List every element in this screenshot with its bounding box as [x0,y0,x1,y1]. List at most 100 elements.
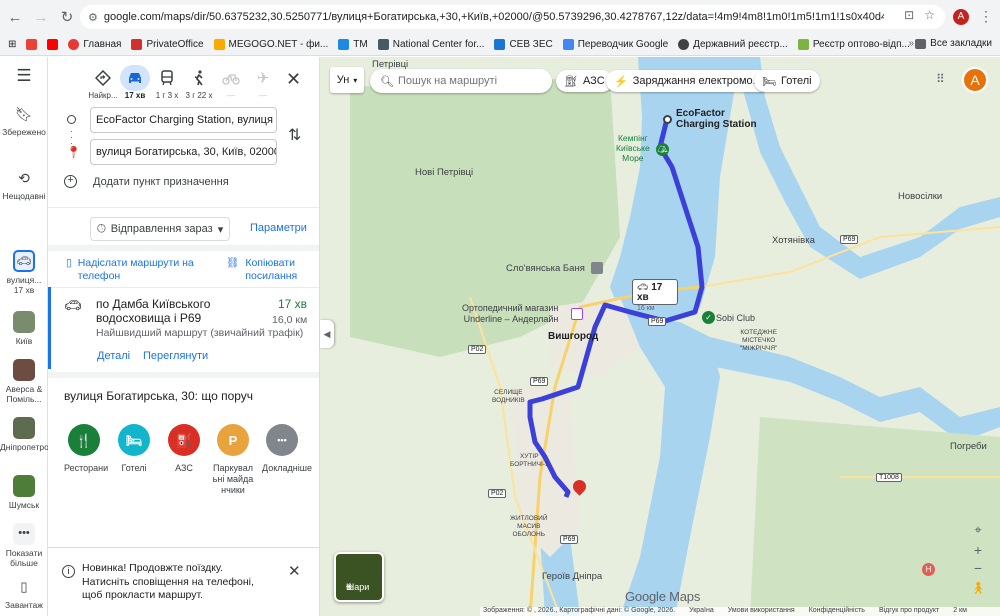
bookmark-item[interactable]: National Center for... [377,39,484,50]
bookmark-item[interactable]: MEGOGO.NET - фи... [213,39,328,50]
route-search-input[interactable]: 🔍︎ Пошук на маршруті [370,69,552,93]
url-text[interactable]: google.com/maps/dir/50.6375232,30.525077… [104,11,884,23]
more-bookmarks-icon[interactable]: » [908,38,914,49]
place-label[interactable]: Sobi Club [716,313,755,323]
layers-button[interactable]: ◈ Шари [334,552,384,602]
bookmark-favicon [494,39,506,50]
road-shield: Р69 [648,317,667,326]
clock-icon: 🕓︎ [97,222,106,235]
options-button[interactable]: Параметри [250,222,307,234]
browser-menu-icon[interactable]: ⋮ [979,8,993,25]
recent-item-route[interactable]: 🚗︎ вулиця... 17 хв [0,250,48,295]
bookmark-item[interactable]: СЕВ ЗЕС [494,39,553,50]
divider [48,372,319,378]
sobi-club-icon[interactable]: ✓ [702,311,715,324]
close-icon[interactable]: ✕ [288,562,301,580]
category-restaurants[interactable]: 🍴 Ресторани [64,424,108,474]
spa-marker-icon[interactable] [591,262,603,274]
forward-icon[interactable]: → [30,6,52,28]
add-destination-button[interactable]: + Додати пункт призначення [64,175,229,188]
reload-icon[interactable]: ↻ [56,6,78,28]
bookmark-item[interactable]: PrivateOffice [131,39,204,50]
origin-input[interactable]: EcoFactor Charging Station, вулиця Серг [90,107,277,133]
bookmark-gmail[interactable] [26,39,38,50]
category-hotels[interactable]: 🛏 Готелі [114,424,154,474]
send-to-phone-button[interactable]: ▯ Надіслати маршрути на телефон [66,257,198,283]
origin-dot-icon [67,115,76,124]
zoom-out-button[interactable]: − [968,560,988,578]
install-app-icon[interactable]: ⊡ [904,8,914,22]
site-settings-icon[interactable]: ⚙ [88,11,98,24]
collapse-panel-button[interactable]: ◀ [320,320,334,348]
bookmark-item[interactable]: Державний реєстр... [678,39,788,50]
my-location-button[interactable]: ⌖ [968,522,988,540]
mode-transit[interactable]: 1 г 3 х [152,65,182,100]
place-label: Новосілки [898,191,943,202]
close-directions-button[interactable]: ✕ [286,69,301,90]
route-option[interactable]: 🚗︎ по Дамба Київського водосховища і Р69… [48,287,319,369]
folder-icon [915,38,927,49]
all-bookmarks[interactable]: Все закладки [915,38,992,49]
depart-now-dropdown[interactable]: 🕓︎ Відправлення зараз ▾ [90,217,231,241]
phone-icon: ▯ [20,579,28,594]
category-parking[interactable]: P Паркувальні майданчики [212,424,254,496]
back-icon[interactable]: ← [4,6,26,28]
bookmark-item[interactable]: Главная [68,39,121,50]
chevron-left-icon: ◀ [323,329,331,339]
bookmarks-bar: ⊞ Главная PrivateOffice MEGOGO.NET - фи.… [0,34,1000,56]
map-canvas[interactable]: Ун ▾ 🔍︎ Пошук на маршруті ⛽︎ АЗС ⚡ Заряджан… [320,57,1000,616]
place-label[interactable]: Сло'вянська Баня [506,263,585,274]
show-more-button[interactable]: ••• Показати більше [0,523,48,568]
station-label[interactable]: EcoFactor Charging Station [676,108,757,130]
mode-bike[interactable]: — [216,65,246,100]
menu-icon[interactable]: ☰ [0,67,48,84]
selected-route-indicator [48,287,51,369]
mode-car[interactable]: 17 хв [120,65,150,100]
origin-marker[interactable] [663,115,672,124]
apps-grid-icon[interactable]: ⊞ [8,39,16,50]
recent-button[interactable]: ⟲ Нещодавні [0,171,48,201]
mode-flight[interactable]: ✈ — [248,65,278,100]
recent-item-aversa[interactable]: Аверса & Поміль... [0,359,48,404]
shop-marker-icon[interactable] [571,308,583,320]
browser-toolbar: ← → ↻ ⚙ google.com/maps/dir/50.6375232,3… [0,0,1000,34]
hospital-icon[interactable]: H [922,563,935,576]
bookmark-star-icon[interactable]: ☆ [924,8,935,22]
account-avatar[interactable]: A [962,67,988,93]
chip-hotels[interactable]: 🛏︎ Готелі [754,70,820,92]
mode-best[interactable]: Найкр... [88,65,118,100]
chip-ev-charging[interactable]: ⚡ Заряджання електромо... [606,70,770,92]
category-gas[interactable]: ⛽ АЗС [164,424,204,474]
copy-link-button[interactable]: ⛓ Копіювати посилання [226,257,305,283]
bookmark-item[interactable]: Реєстр оптово-відп... [797,39,910,50]
zoom-in-button[interactable]: + [968,542,988,560]
camping-label[interactable]: Кемпінг Київське Море [616,133,650,163]
profile-avatar[interactable]: A [953,9,969,25]
bookmark-item[interactable]: Переводчик Google [562,39,668,50]
route-details-link[interactable]: Деталі [97,350,130,362]
notice-banner: i Новинка! Продовжте поїздку. Натисніть … [48,547,319,616]
camping-marker-icon[interactable]: ⛺︎ [656,143,669,156]
chip-gas[interactable]: ⛽︎ АЗС [556,70,613,92]
route-preview-link[interactable]: Переглянути [143,350,208,362]
pegman-button[interactable]: 🚶︎ [968,581,988,599]
category-more[interactable]: ••• Докладніше [262,424,312,474]
bookmark-item[interactable]: ТМ [338,39,368,50]
swap-icon[interactable]: ⇅ [288,125,301,145]
address-bar[interactable]: ⚙ google.com/maps/dir/50.6375232,30.5250… [80,5,945,29]
saved-button[interactable]: 🔖︎ Збережено [0,107,48,137]
google-apps-icon[interactable]: ⠿ [936,72,945,86]
input-tools-button[interactable]: Ун ▾ [330,67,364,93]
recent-item-shumsk[interactable]: Шумськ [0,475,48,510]
transit-icon [152,65,182,91]
bookmark-favicon [797,39,809,50]
bookmark-youtube[interactable] [47,39,59,50]
recent-item-dnipro[interactable]: Дніпропетровськ... [0,417,73,452]
mode-walk[interactable]: 3 г 22 х [184,65,214,100]
phone-send-icon: ▯ [66,257,72,269]
route-time-callout[interactable]: 🚗︎ 17 хв 16 км [632,279,678,312]
recent-item-kyiv[interactable]: Київ [0,311,48,346]
download-button[interactable]: ▯ Завантаж [0,579,48,610]
place-label[interactable]: Ортопедичний магазин Underline – Андерла… [462,303,558,325]
destination-input[interactable]: вулиця Богатирська, 30, Київ, 02000 [90,139,277,165]
